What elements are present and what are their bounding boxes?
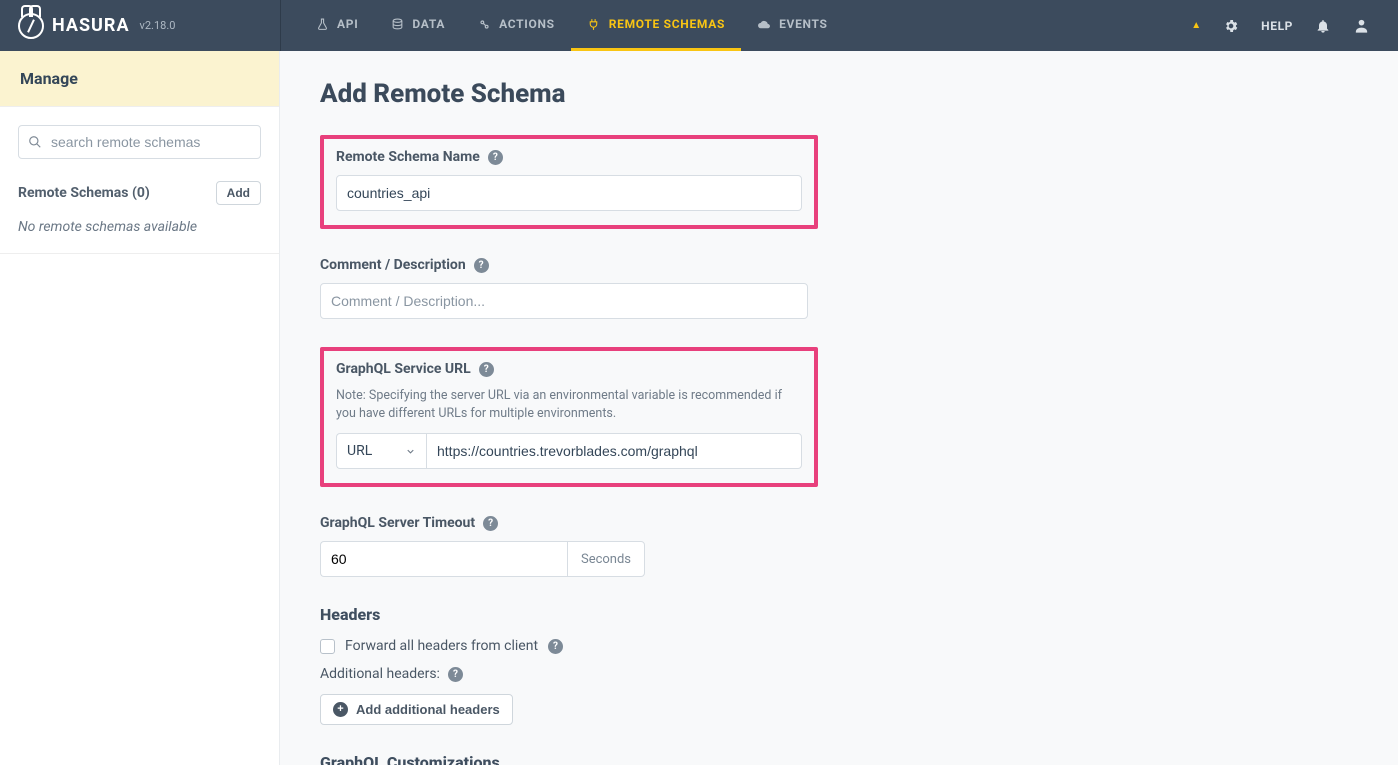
schema-name-label-row: Remote Schema Name ? xyxy=(336,149,802,165)
brand-version: v2.18.0 xyxy=(140,19,176,32)
rs-empty-message: No remote schemas available xyxy=(18,219,261,235)
help-icon[interactable]: ? xyxy=(483,516,498,531)
service-url-label: GraphQL Service URL xyxy=(336,361,471,377)
customizations-block: GraphQL Customizations Individual Types … xyxy=(320,753,1358,765)
flask-icon xyxy=(315,17,329,31)
help-icon[interactable]: ? xyxy=(448,667,463,682)
warning-indicator-icon[interactable]: ▲ xyxy=(1191,20,1201,31)
brand-name: HASURA xyxy=(52,15,130,36)
headers-block: Headers Forward all headers from client … xyxy=(320,605,1358,725)
url-row: URL xyxy=(336,433,802,469)
hasura-logo-icon xyxy=(18,13,44,39)
timeout-label: GraphQL Server Timeout xyxy=(320,515,475,531)
service-url-label-row: GraphQL Service URL ? xyxy=(336,361,802,377)
forward-headers-label: Forward all headers from client xyxy=(345,638,538,654)
comment-label: Comment / Description xyxy=(320,257,466,273)
search-input[interactable] xyxy=(18,125,261,159)
nav-tab-label: EVENTS xyxy=(779,17,828,31)
timeout-input[interactable] xyxy=(320,541,567,577)
comment-block: Comment / Description ? xyxy=(320,257,1358,319)
schema-name-input[interactable] xyxy=(336,175,802,211)
rs-header-row: Remote Schemas (0) Add xyxy=(18,181,261,205)
search-icon xyxy=(28,135,42,149)
sidebar-heading: Manage xyxy=(0,51,279,107)
nav-tab-label: ACTIONS xyxy=(499,17,555,31)
timeout-label-row: GraphQL Server Timeout ? xyxy=(320,515,1358,531)
nav-tab-label: REMOTE SCHEMAS xyxy=(609,17,725,31)
url-mode-select[interactable]: URL xyxy=(336,433,426,469)
customizations-title: GraphQL Customizations xyxy=(320,753,1358,765)
nav-tab-data[interactable]: DATA xyxy=(374,0,461,51)
bell-icon[interactable] xyxy=(1315,18,1331,34)
add-schema-button[interactable]: Add xyxy=(216,181,261,205)
cloud-icon xyxy=(757,17,771,31)
help-link[interactable]: HELP xyxy=(1261,19,1293,33)
headers-title: Headers xyxy=(320,605,1358,624)
settings-icon[interactable] xyxy=(1223,18,1239,34)
service-url-input[interactable] xyxy=(426,433,802,469)
user-icon[interactable] xyxy=(1353,17,1370,34)
help-icon[interactable]: ? xyxy=(548,639,563,654)
timeout-row: Seconds xyxy=(320,541,645,577)
schema-name-block: Remote Schema Name ? xyxy=(320,135,818,229)
additional-headers-label: Additional headers: xyxy=(320,666,440,682)
main-content: Add Remote Schema Remote Schema Name ? C… xyxy=(280,51,1398,765)
service-url-block: GraphQL Service URL ? Note: Specifying t… xyxy=(320,347,818,487)
nav-tab-remote-schemas[interactable]: REMOTE SCHEMAS xyxy=(571,0,741,51)
nav-tab-label: API xyxy=(337,17,358,31)
brand[interactable]: HASURA v2.18.0 xyxy=(0,13,280,39)
chevron-down-icon xyxy=(405,446,416,457)
database-icon xyxy=(390,17,404,31)
additional-headers-row: Additional headers: ? xyxy=(320,666,1358,682)
help-icon[interactable]: ? xyxy=(474,258,489,273)
page-body: Manage Remote Schemas (0) Add No remote … xyxy=(0,51,1398,765)
comment-label-row: Comment / Description ? xyxy=(320,257,1358,273)
plug-icon xyxy=(587,17,601,31)
nav-tab-actions[interactable]: ACTIONS xyxy=(461,0,571,51)
forward-headers-checkbox[interactable] xyxy=(320,639,335,654)
service-url-note: Note: Specifying the server URL via an e… xyxy=(336,387,802,423)
nav-tab-label: DATA xyxy=(412,17,445,31)
nav-separator xyxy=(280,0,281,51)
sidebar-body: Remote Schemas (0) Add No remote schemas… xyxy=(0,107,279,254)
nav-tab-api[interactable]: API xyxy=(299,0,374,51)
forward-headers-row: Forward all headers from client ? xyxy=(320,638,1358,654)
comment-input[interactable] xyxy=(320,283,808,319)
nav-right: ▲ HELP xyxy=(1191,0,1398,51)
help-icon[interactable]: ? xyxy=(488,150,503,165)
plus-circle-icon: + xyxy=(333,702,348,717)
top-nav: HASURA v2.18.0 API DATA ACTIONS REMOTE S… xyxy=(0,0,1398,51)
add-headers-button[interactable]: + Add additional headers xyxy=(320,694,513,725)
sidebar: Manage Remote Schemas (0) Add No remote … xyxy=(0,51,280,765)
timeout-unit: Seconds xyxy=(567,541,645,577)
search-wrap xyxy=(18,125,261,159)
nav-tabs: API DATA ACTIONS REMOTE SCHEMAS EVENTS xyxy=(299,0,844,51)
help-icon[interactable]: ? xyxy=(479,362,494,377)
url-mode-value: URL xyxy=(347,443,372,459)
page-title: Add Remote Schema xyxy=(320,79,1358,109)
schema-name-label: Remote Schema Name xyxy=(336,149,480,165)
rs-count-label: Remote Schemas (0) xyxy=(18,185,150,201)
actions-icon xyxy=(477,17,491,31)
nav-tab-events[interactable]: EVENTS xyxy=(741,0,844,51)
add-headers-button-label: Add additional headers xyxy=(356,702,500,717)
timeout-block: GraphQL Server Timeout ? Seconds xyxy=(320,515,1358,577)
